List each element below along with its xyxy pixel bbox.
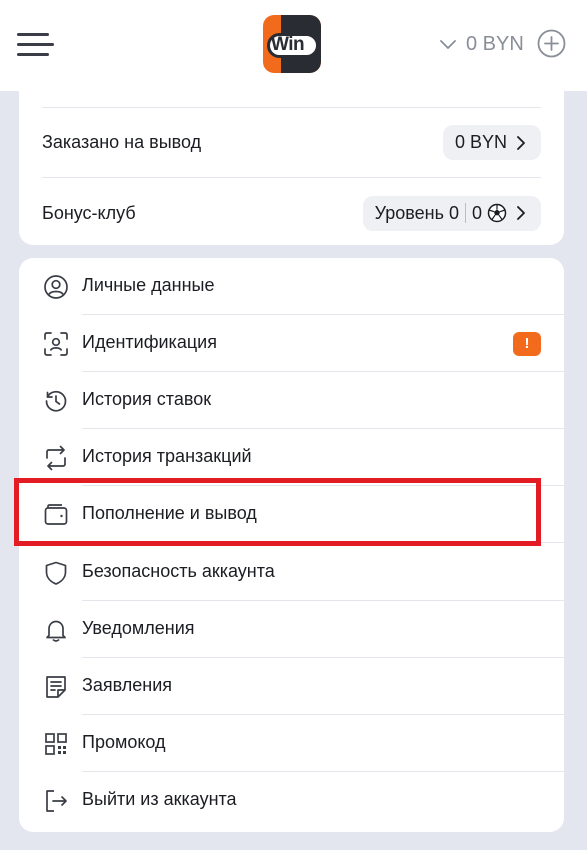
balance-selector[interactable]: 0 BYN	[438, 29, 524, 59]
warning-badge: !	[513, 332, 541, 356]
menu-item-notifications[interactable]: Уведомления	[19, 601, 564, 658]
menu-item-label: Безопасность аккаунта	[82, 561, 275, 581]
account-menu: Личные данные Идентификация ! История ст…	[19, 258, 564, 832]
qr-code-icon	[45, 733, 67, 755]
menu-item-logout[interactable]: Выйти из аккаунта	[19, 772, 564, 829]
withdraw-ordered-value: 0 BYN	[454, 132, 507, 152]
menu-item-bet-history[interactable]: История ставок	[19, 372, 564, 429]
soccer-ball-icon	[487, 203, 507, 223]
chevron-down-icon	[440, 40, 456, 49]
wallet-icon	[44, 504, 68, 525]
plus-circle-icon[interactable]	[537, 29, 566, 58]
menu-item-label: Заявления	[82, 675, 173, 695]
bonus-level: Уровень 0	[374, 202, 459, 223]
top-bar: Win 0 BYN	[0, 0, 587, 91]
menu-item-applications[interactable]: Заявления	[19, 658, 564, 715]
menu-item-label: Личные данные	[82, 275, 215, 295]
menu-item-label: История ставок	[82, 389, 212, 409]
account-summary-card: Заказано на вывод 0 BYN Бонус-клуб Урове…	[19, 91, 564, 245]
history-icon	[45, 390, 67, 412]
menu-item-transaction-history[interactable]: История транзакций	[19, 429, 564, 486]
document-icon	[46, 676, 66, 698]
menu-item-label: Промокод	[82, 732, 166, 752]
logout-icon	[46, 790, 67, 812]
win-logo[interactable]: Win	[263, 15, 321, 73]
withdraw-ordered-chip[interactable]: 0 BYN	[442, 125, 541, 160]
menu-item-label: Пополнение и вывод	[82, 503, 257, 523]
menu-item-identification[interactable]: Идентификация !	[19, 315, 564, 372]
bonus-points: 0	[471, 202, 482, 223]
withdraw-ordered-row: Заказано на вывод 0 BYN	[42, 108, 541, 178]
menu-item-label: Уведомления	[82, 618, 195, 638]
bonus-club-chip[interactable]: Уровень 0 0	[362, 195, 541, 231]
bonus-club-label: Бонус-клуб	[42, 202, 136, 223]
hamburger-menu-icon[interactable]	[17, 33, 54, 57]
chevron-right-icon	[517, 206, 525, 220]
balance-amount: 0 BYN	[466, 32, 524, 55]
menu-item-deposit-withdraw[interactable]: Пополнение и вывод	[19, 486, 564, 543]
bell-icon	[46, 620, 66, 642]
logo-text: Win	[271, 34, 305, 55]
menu-item-label: Идентификация	[82, 332, 217, 352]
face-id-icon	[44, 332, 68, 356]
user-circle-icon	[44, 275, 68, 299]
menu-item-promocode[interactable]: Промокод	[19, 715, 564, 772]
menu-item-account-security[interactable]: Безопасность аккаунта	[19, 544, 564, 601]
menu-item-personal-data[interactable]: Личные данные	[19, 258, 564, 315]
menu-item-label: История транзакций	[82, 446, 252, 466]
menu-item-label: Выйти из аккаунта	[82, 789, 237, 809]
bonus-club-row: Бонус-клуб Уровень 0 0	[42, 178, 541, 248]
withdraw-ordered-label: Заказано на вывод	[42, 132, 202, 152]
chevron-right-icon	[517, 135, 525, 150]
transfer-icon	[46, 445, 66, 471]
shield-icon	[45, 561, 67, 585]
